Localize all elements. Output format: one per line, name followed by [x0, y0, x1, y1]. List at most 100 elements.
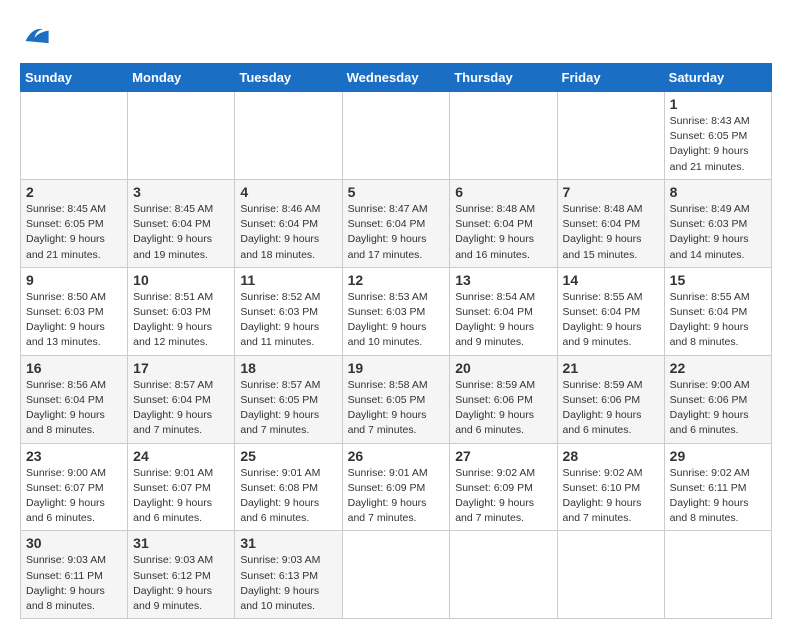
calendar-week-row: 1Sunrise: 8:43 AMSunset: 6:05 PMDaylight…: [21, 92, 772, 180]
calendar-cell: [450, 92, 557, 180]
day-info: Sunrise: 9:01 AMSunset: 6:09 PMDaylight:…: [348, 467, 428, 525]
day-number: 27: [455, 448, 551, 464]
calendar-cell: 23 Sunrise: 9:00 AMSunset: 6:07 PMDayligh…: [21, 443, 128, 531]
day-number: 21: [563, 360, 659, 376]
logo-icon: [22, 20, 50, 48]
calendar-cell: 17Sunrise: 8:57 AMSunset: 6:04 PMDayligh…: [128, 355, 235, 443]
day-info: Sunrise: 8:48 AMSunset: 6:04 PMDaylight:…: [563, 203, 643, 261]
weekday-header-wednesday: Wednesday: [342, 64, 450, 92]
calendar-cell: 2Sunrise: 8:45 AMSunset: 6:05 PMDaylight…: [21, 179, 128, 267]
calendar-cell: 18 Sunrise: 8:57 AMSunset: 6:05 PMDayligh…: [235, 355, 342, 443]
day-info: Sunrise: 8:51 AMSunset: 6:03 PMDaylight:…: [133, 291, 213, 349]
day-number: 22: [670, 360, 766, 376]
day-info: Sunrise: 8:59 AMSunset: 6:06 PMDaylight:…: [563, 379, 643, 437]
day-number: 6: [455, 184, 551, 200]
calendar-cell: 31 Sunrise: 9:03 AMSunset: 6:13 PMDayligh…: [235, 531, 342, 619]
day-number: 26: [348, 448, 445, 464]
day-info: Sunrise: 9:02 AMSunset: 6:11 PMDaylight:…: [670, 467, 750, 525]
day-number: 31: [240, 535, 336, 551]
calendar-cell: [557, 531, 664, 619]
day-info: Sunrise: 9:02 AMSunset: 6:10 PMDaylight:…: [563, 467, 643, 525]
day-info: Sunrise: 9:01 AMSunset: 6:07 PMDaylight:…: [133, 467, 213, 525]
day-info: Sunrise: 9:03 AMSunset: 6:13 PMDaylight:…: [240, 554, 320, 612]
day-number: 9: [26, 272, 122, 288]
calendar-cell: [342, 531, 450, 619]
day-number: 19: [348, 360, 445, 376]
logo: [20, 20, 50, 53]
calendar-cell: [450, 531, 557, 619]
day-info: Sunrise: 8:52 AMSunset: 6:03 PMDaylight:…: [240, 291, 320, 349]
day-info: Sunrise: 8:57 AMSunset: 6:04 PMDaylight:…: [133, 379, 213, 437]
day-info: Sunrise: 8:49 AMSunset: 6:03 PMDaylight:…: [670, 203, 750, 261]
day-info: Sunrise: 8:53 AMSunset: 6:03 PMDaylight:…: [348, 291, 428, 349]
weekday-header-tuesday: Tuesday: [235, 64, 342, 92]
calendar-cell: 5Sunrise: 8:47 AMSunset: 6:04 PMDaylight…: [342, 179, 450, 267]
calendar-table: SundayMondayTuesdayWednesdayThursdayFrid…: [20, 63, 772, 619]
day-number: 8: [670, 184, 766, 200]
day-number: 30: [26, 535, 122, 551]
day-number: 13: [455, 272, 551, 288]
calendar-cell: 7 Sunrise: 8:48 AMSunset: 6:04 PMDaylight…: [557, 179, 664, 267]
calendar-week-row: 23 Sunrise: 9:00 AMSunset: 6:07 PMDayligh…: [21, 443, 772, 531]
day-number: 1: [670, 96, 766, 112]
day-info: Sunrise: 8:57 AMSunset: 6:05 PMDaylight:…: [240, 379, 320, 437]
calendar-cell: 30 Sunrise: 9:03 AMSunset: 6:11 PMDayligh…: [21, 531, 128, 619]
weekday-header-thursday: Thursday: [450, 64, 557, 92]
calendar-cell: 14 Sunrise: 8:55 AMSunset: 6:04 PMDayligh…: [557, 267, 664, 355]
calendar-cell: [664, 531, 771, 619]
calendar-cell: 15Sunrise: 8:55 AMSunset: 6:04 PMDayligh…: [664, 267, 771, 355]
day-number: 20: [455, 360, 551, 376]
day-info: Sunrise: 9:00 AMSunset: 6:06 PMDaylight:…: [670, 379, 750, 437]
day-number: 16: [26, 360, 122, 376]
day-number: 15: [670, 272, 766, 288]
page-header: [20, 20, 772, 53]
day-info: Sunrise: 8:50 AMSunset: 6:03 PMDaylight:…: [26, 291, 106, 349]
calendar-cell: 6 Sunrise: 8:48 AMSunset: 6:04 PMDaylight…: [450, 179, 557, 267]
calendar-cell: 24 Sunrise: 9:01 AMSunset: 6:07 PMDayligh…: [128, 443, 235, 531]
day-number: 18: [240, 360, 336, 376]
day-number: 28: [563, 448, 659, 464]
day-info: Sunrise: 8:54 AMSunset: 6:04 PMDaylight:…: [455, 291, 535, 349]
calendar-week-row: 16 Sunrise: 8:56 AMSunset: 6:04 PMDayligh…: [21, 355, 772, 443]
day-info: Sunrise: 9:03 AMSunset: 6:11 PMDaylight:…: [26, 554, 106, 612]
day-number: 23: [26, 448, 122, 464]
weekday-header-saturday: Saturday: [664, 64, 771, 92]
day-info: Sunrise: 8:48 AMSunset: 6:04 PMDaylight:…: [455, 203, 535, 261]
calendar-cell: 10 Sunrise: 8:51 AMSunset: 6:03 PMDayligh…: [128, 267, 235, 355]
day-info: Sunrise: 8:46 AMSunset: 6:04 PMDaylight:…: [240, 203, 320, 261]
day-number: 5: [348, 184, 445, 200]
calendar-cell: [128, 92, 235, 180]
day-number: 31: [133, 535, 229, 551]
day-info: Sunrise: 9:01 AMSunset: 6:08 PMDaylight:…: [240, 467, 320, 525]
calendar-cell: 12 Sunrise: 8:53 AMSunset: 6:03 PMDayligh…: [342, 267, 450, 355]
weekday-header-row: SundayMondayTuesdayWednesdayThursdayFrid…: [21, 64, 772, 92]
calendar-cell: 20 Sunrise: 8:59 AMSunset: 6:06 PMDayligh…: [450, 355, 557, 443]
calendar-cell: [235, 92, 342, 180]
day-info: Sunrise: 9:02 AMSunset: 6:09 PMDaylight:…: [455, 467, 535, 525]
day-number: 7: [563, 184, 659, 200]
day-info: Sunrise: 8:56 AMSunset: 6:04 PMDaylight:…: [26, 379, 106, 437]
day-info: Sunrise: 8:59 AMSunset: 6:06 PMDaylight:…: [455, 379, 535, 437]
day-number: 25: [240, 448, 336, 464]
day-info: Sunrise: 8:58 AMSunset: 6:05 PMDaylight:…: [348, 379, 428, 437]
weekday-header-friday: Friday: [557, 64, 664, 92]
calendar-week-row: 2Sunrise: 8:45 AMSunset: 6:05 PMDaylight…: [21, 179, 772, 267]
calendar-cell: [342, 92, 450, 180]
day-number: 11: [240, 272, 336, 288]
day-info: Sunrise: 9:00 AMSunset: 6:07 PMDaylight:…: [26, 467, 106, 525]
calendar-cell: 28 Sunrise: 9:02 AMSunset: 6:10 PMDayligh…: [557, 443, 664, 531]
day-number: 10: [133, 272, 229, 288]
calendar-cell: 21 Sunrise: 8:59 AMSunset: 6:06 PMDayligh…: [557, 355, 664, 443]
day-info: Sunrise: 8:45 AMSunset: 6:05 PMDaylight:…: [26, 203, 106, 261]
day-number: 14: [563, 272, 659, 288]
day-info: Sunrise: 9:03 AMSunset: 6:12 PMDaylight:…: [133, 554, 213, 612]
day-number: 12: [348, 272, 445, 288]
calendar-cell: 22 Sunrise: 9:00 AMSunset: 6:06 PMDayligh…: [664, 355, 771, 443]
day-info: Sunrise: 8:45 AMSunset: 6:04 PMDaylight:…: [133, 203, 213, 261]
calendar-cell: 27 Sunrise: 9:02 AMSunset: 6:09 PMDayligh…: [450, 443, 557, 531]
calendar-cell: [21, 92, 128, 180]
day-info: Sunrise: 8:55 AMSunset: 6:04 PMDaylight:…: [563, 291, 643, 349]
calendar-week-row: 9 Sunrise: 8:50 AMSunset: 6:03 PMDaylight…: [21, 267, 772, 355]
calendar-cell: 25 Sunrise: 9:01 AMSunset: 6:08 PMDayligh…: [235, 443, 342, 531]
day-number: 24: [133, 448, 229, 464]
